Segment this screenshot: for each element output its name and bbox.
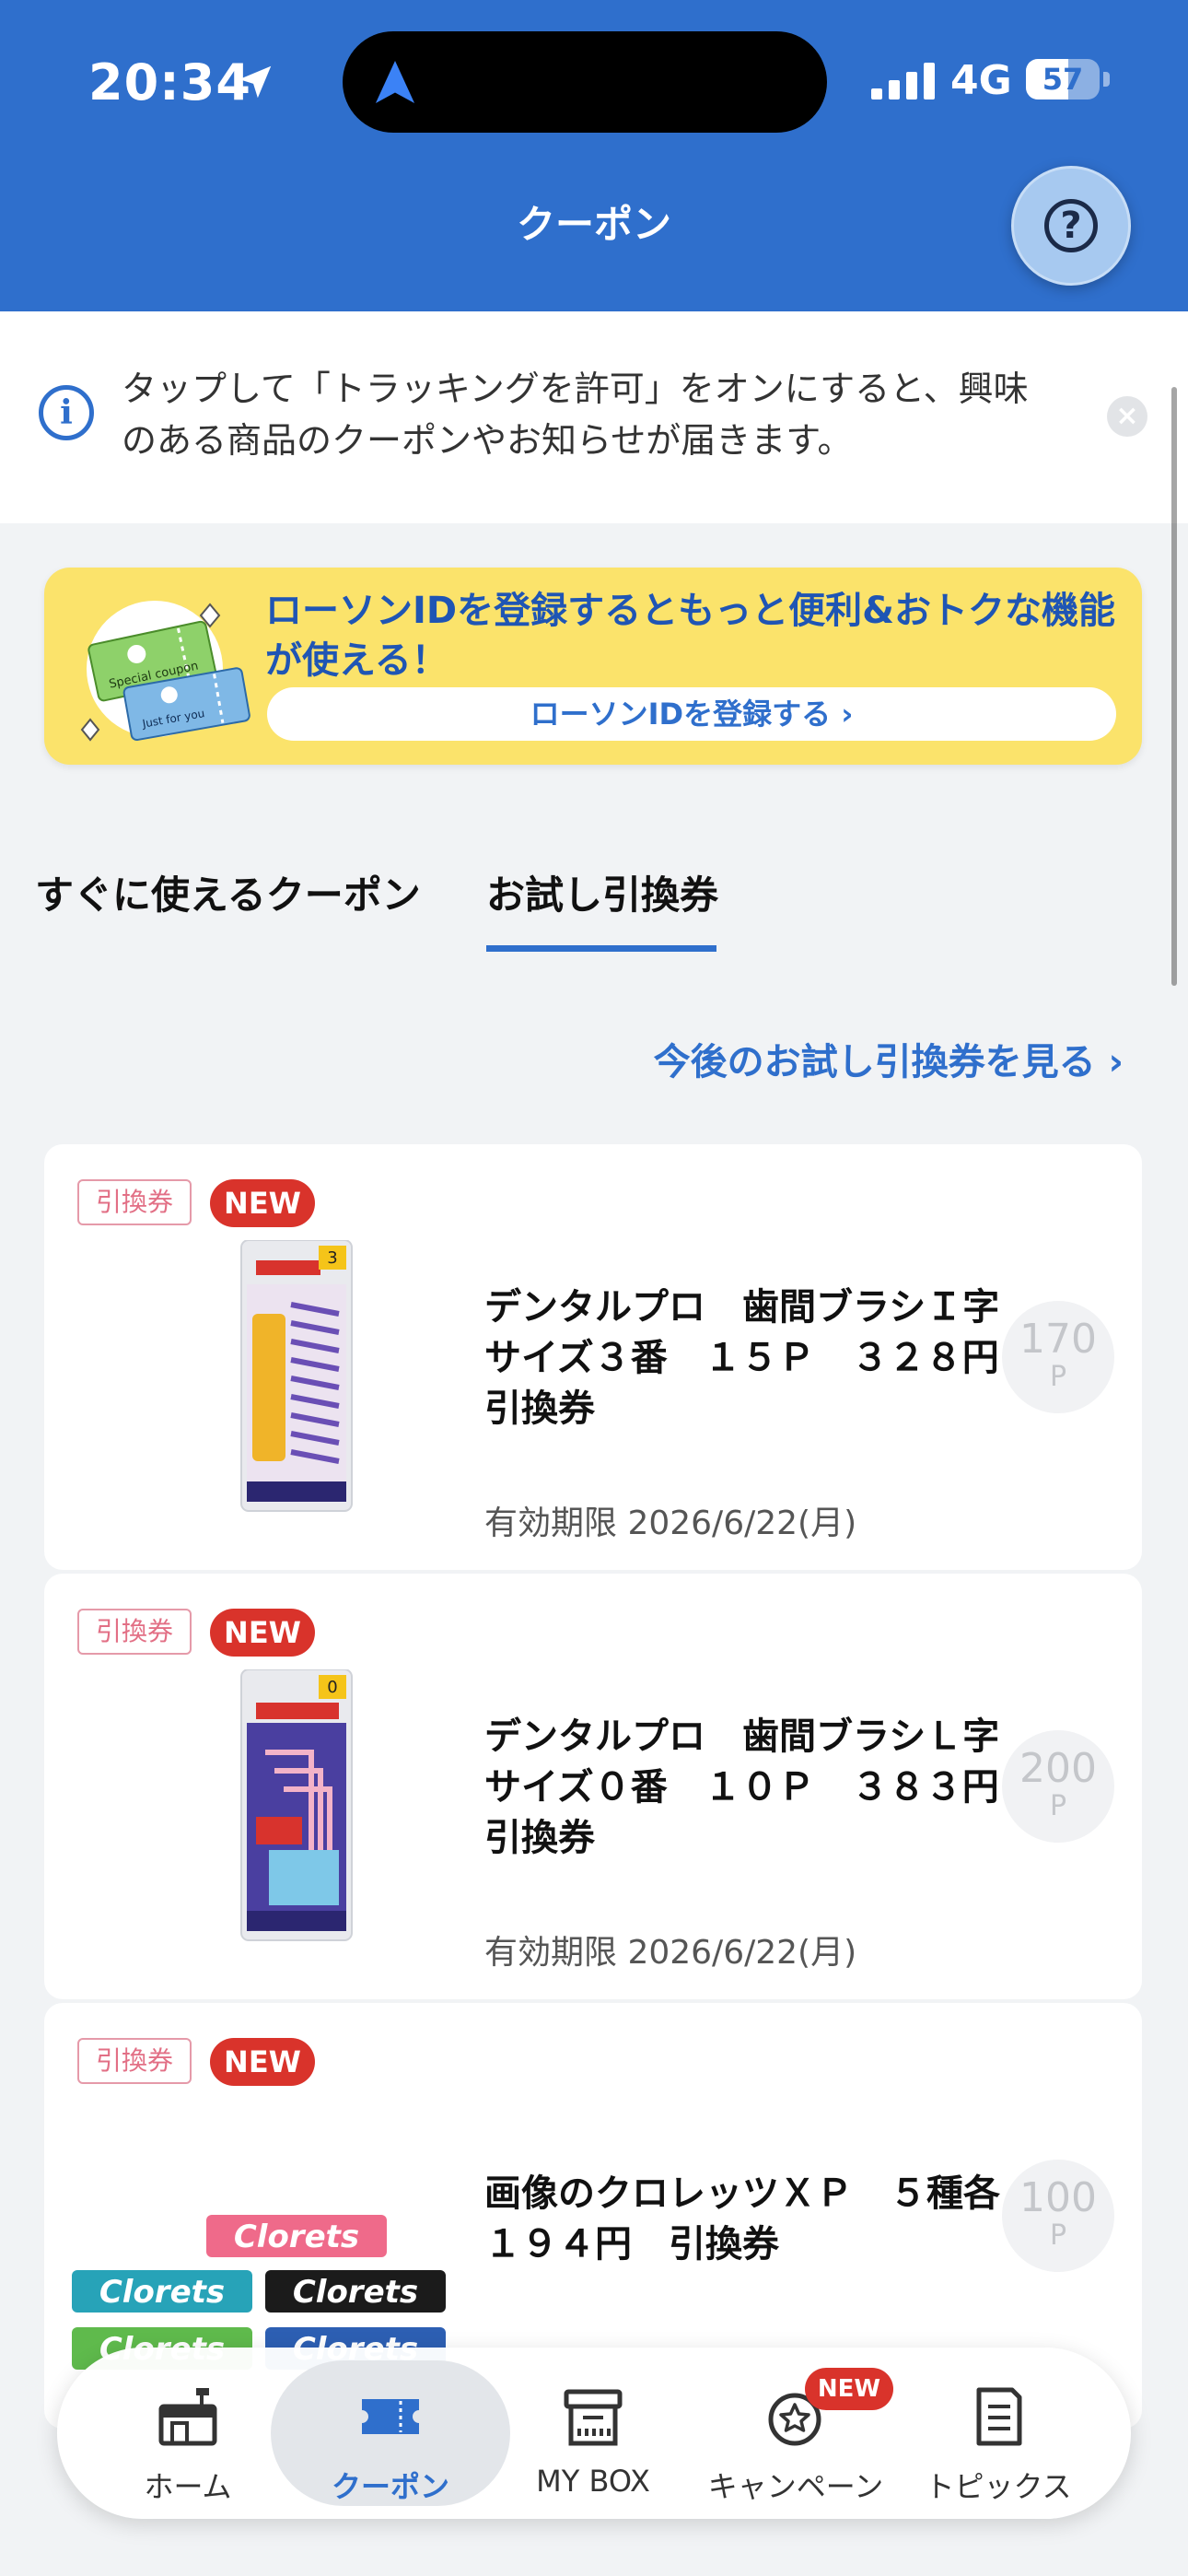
new-badge: NEW <box>210 1609 315 1657</box>
coupon-icon <box>362 2399 419 2434</box>
points-badge: 200 P <box>1002 1730 1114 1843</box>
new-badge: NEW <box>210 1179 315 1227</box>
battery-icon: 57 <box>1026 59 1100 100</box>
product-name: 画像のクロレッツＸＰ ５種各１９４円 引換券 <box>484 2172 1000 2266</box>
nav-home[interactable]: ホーム <box>87 2348 289 2519</box>
home-icon <box>158 2388 217 2446</box>
active-tab-indicator <box>486 945 716 952</box>
coupon-tickets-illustration: Special coupon Just for you <box>80 601 250 742</box>
box-icon <box>564 2389 623 2446</box>
help-question-icon: ? <box>1044 199 1098 252</box>
points-unit: P <box>1049 1790 1067 1822</box>
location-arrow-icon <box>239 65 272 99</box>
bottom-nav: ホーム クーポン MY BOX キャンペーン NEW トピックス <box>57 2348 1131 2519</box>
points-unit: P <box>1049 2219 1067 2252</box>
navigation-arrow-icon <box>375 61 415 103</box>
points-value: 100 <box>1019 2174 1097 2221</box>
points-badge: 170 P <box>1002 1301 1114 1413</box>
voucher-type-badge: 引換券 <box>77 1609 192 1655</box>
page-title: クーポン <box>516 202 671 247</box>
banner-title: ローソンIDを登録するともっと便利&おトクな機能が使える！ <box>265 590 1115 682</box>
tab-trial-vouchers[interactable]: お試し引換券 <box>486 864 718 920</box>
tracking-info-bar[interactable]: i タップして「トラッキングを許可」をオンにすると、興味のある商品のクーポンやお… <box>0 311 1188 523</box>
dynamic-island <box>343 31 827 133</box>
register-lawson-id-button[interactable]: ローソンIDを登録する › <box>267 687 1116 741</box>
nav-mybox[interactable]: MY BOX <box>492 2348 694 2519</box>
coupon-card[interactable]: 引換券 NEW 0 デンタルプロ 歯間ブラシＬ字サイズ０番 １０Ｐ ３８３円 引… <box>44 1574 1142 1999</box>
scrollbar[interactable] <box>1171 387 1177 986</box>
points-unit: P <box>1049 1361 1067 1393</box>
clorets-label: Clorets <box>293 2274 418 2311</box>
nav-topics[interactable]: トピックス <box>897 2348 1100 2519</box>
expiry-date: 有効期限 2026/6/22(月) <box>484 1505 857 1542</box>
nav-campaign-label: キャンペーン <box>707 2469 884 2504</box>
coupon-card[interactable]: 引換券 NEW 3 デンタルプロ 歯間ブラシＩ字サイズ３番 １５Ｐ ３２８円 引… <box>44 1144 1142 1570</box>
size-number: 0 <box>327 1678 337 1697</box>
product-image-interdental-brush-i: 3 <box>240 1240 353 1512</box>
voucher-type-badge: 引換券 <box>77 2038 192 2084</box>
future-vouchers-link[interactable]: 今後のお試し引換券を見る › <box>608 1032 1124 1085</box>
nav-coupon-label: クーポン <box>331 2469 449 2504</box>
points-value: 170 <box>1019 1316 1097 1363</box>
new-badge: NEW <box>210 2038 315 2086</box>
points-badge: 100 P <box>1002 2160 1114 2272</box>
signal-icon <box>871 63 935 100</box>
tracking-info-text: タップして「トラッキングを許可」をオンにすると、興味のある商品のクーポンやお知ら… <box>122 369 1029 461</box>
info-icon: i <box>39 385 94 440</box>
campaign-new-badge: NEW <box>805 2368 893 2410</box>
nav-topics-label: トピックス <box>925 2469 1072 2504</box>
product-image-interdental-brush-l: 0 <box>240 1669 353 1941</box>
lawson-id-banner[interactable]: Special coupon Just for you ローソンIDを登録すると… <box>44 568 1142 765</box>
battery-tip <box>1103 72 1110 87</box>
network-type: 4G <box>950 57 1012 104</box>
app-header: 20:34 4G 57 クーポン ? <box>0 0 1188 311</box>
nav-coupon[interactable]: クーポン <box>289 2348 492 2519</box>
nav-home-label: ホーム <box>144 2469 232 2504</box>
product-name: デンタルプロ 歯間ブラシＩ字サイズ３番 １５Ｐ ３２８円 引換券 <box>484 1286 1036 1430</box>
clorets-label: Clorets <box>234 2219 359 2255</box>
clorets-label: Clorets <box>99 2274 225 2311</box>
voucher-type-badge: 引換券 <box>77 1179 192 1225</box>
product-name: デンタルプロ 歯間ブラシＬ字サイズ０番 １０Ｐ ３８３円 引換券 <box>484 1715 1036 1859</box>
status-time: 20:34 <box>88 53 251 111</box>
close-icon[interactable]: × <box>1107 396 1147 437</box>
help-button[interactable]: ? <box>1011 166 1131 286</box>
expiry-date: 有効期限 2026/6/22(月) <box>484 1934 857 1972</box>
size-number: 3 <box>327 1248 337 1268</box>
battery-level: 57 <box>1042 62 1084 97</box>
points-value: 200 <box>1019 1745 1097 1792</box>
tab-available-coupons[interactable]: すぐに使えるクーポン <box>35 864 421 920</box>
nav-mybox-label: MY BOX <box>536 2464 650 2499</box>
topics-icon <box>976 2387 1022 2446</box>
